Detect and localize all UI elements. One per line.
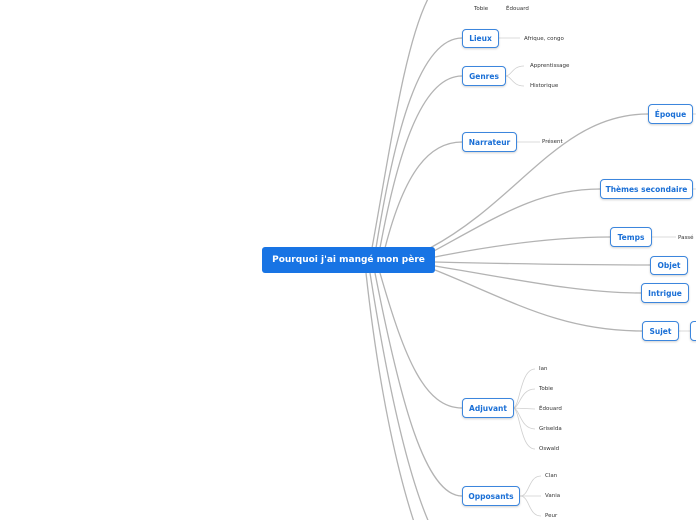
topic-adjuvant[interactable]: Adjuvant — [462, 398, 514, 418]
branch-line-opposants — [374, 272, 463, 497]
central-topic[interactable]: Pourquoi j'ai mangé mon père — [262, 247, 435, 273]
branch-line-themes — [431, 188, 601, 253]
topic-objet[interactable]: Objet — [650, 256, 688, 275]
branch-line-sujet — [434, 269, 643, 332]
topic-lieux[interactable]: Lieux — [462, 29, 499, 48]
leaf-adjuvant-edouard[interactable]: Édouard — [539, 406, 562, 412]
topic-temps-label: Temps — [617, 232, 645, 242]
leaf-genres-apprentissage[interactable]: Apprentissage — [530, 63, 569, 69]
leaf-opposants-clan[interactable]: Clan — [545, 473, 557, 479]
topic-themes-secondaire[interactable]: Thèmes secondaire — [600, 179, 693, 199]
topic-genres[interactable]: Genres — [462, 66, 506, 86]
topic-lieux-label: Lieux — [469, 34, 492, 43]
topic-narrateur[interactable]: Narrateur — [462, 132, 517, 152]
topic-intrigue-label: Intrigue — [648, 288, 682, 298]
topic-epoque-label: Époque — [654, 109, 687, 119]
topic-opposants[interactable]: Opposants — [462, 486, 520, 506]
branch-line-adjuvant — [379, 272, 463, 409]
topic-objet-label: Objet — [657, 261, 681, 270]
topic-sujet-child-partial[interactable] — [690, 321, 696, 341]
topic-genres-label: Genres — [469, 71, 499, 81]
branch-line-lieux — [375, 37, 463, 249]
leaf-narrateur-present[interactable]: Présent — [542, 139, 563, 145]
leaf-top-edouard[interactable]: Édouard — [506, 6, 529, 12]
topic-epoque[interactable]: Époque — [648, 104, 693, 124]
topic-sujet-label: Sujet — [649, 326, 672, 336]
leaf-adjuvant-tobie[interactable]: Tobie — [539, 386, 553, 392]
leaf-opposants-vania[interactable]: Vania — [545, 493, 560, 499]
branch-line-objet — [434, 261, 651, 266]
leaf-adjuvant-oswald[interactable]: Oswald — [539, 446, 559, 452]
branch-line-intrigue — [434, 265, 642, 294]
branch-line-top — [371, 0, 429, 249]
leaf-genres-historique[interactable]: Historique — [530, 83, 558, 89]
leaf-adjuvant-griselda[interactable]: Griselda — [539, 426, 562, 432]
leaf-opposants-peur[interactable]: Peur — [545, 513, 557, 519]
topic-themes-label: Thèmes secondaire — [605, 184, 688, 194]
topic-intrigue[interactable]: Intrigue — [641, 283, 689, 303]
topic-opposants-label: Opposants — [468, 491, 514, 501]
topic-narrateur-label: Narrateur — [468, 137, 511, 147]
branch-line-bottom-2 — [365, 272, 415, 520]
branch-line-narrateur — [384, 141, 463, 249]
topic-temps[interactable]: Temps — [610, 227, 652, 247]
leaf-adjuvant-ian[interactable]: Ian — [539, 366, 547, 372]
leaf-temps-passe[interactable]: Passé — [678, 235, 694, 241]
branch-line-bottom — [369, 272, 429, 520]
leaf-top-tobie[interactable]: Tobie — [474, 6, 488, 12]
topic-sujet[interactable]: Sujet — [642, 321, 679, 341]
central-topic-label: Pourquoi j'ai mangé mon père — [272, 255, 425, 265]
topic-adjuvant-label: Adjuvant — [469, 403, 507, 413]
leaf-lieux-afrique[interactable]: Afrique, congo — [524, 36, 564, 42]
mind-map-canvas: Pourquoi j'ai mangé mon père Lieux Genre… — [0, 0, 696, 520]
branch-line-temps — [434, 236, 611, 258]
